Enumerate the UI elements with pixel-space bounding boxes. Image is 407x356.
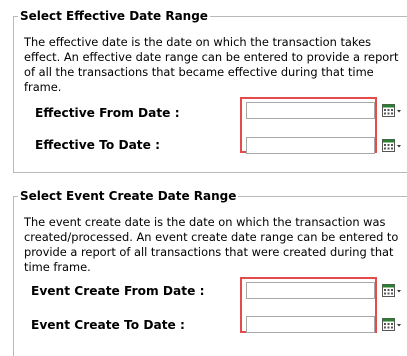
- calendar-dropdown-icon[interactable]: [382, 104, 402, 118]
- section-legend: Select Event Create Date Range: [18, 188, 239, 204]
- event-create-from-input[interactable]: [246, 282, 375, 299]
- effective-date-range-section: Select Effective Date Range The effectiv…: [13, 8, 407, 173]
- event-create-from-label: Event Create From Date :: [31, 284, 205, 298]
- effective-to-input[interactable]: [246, 137, 375, 154]
- event-create-to-label: Event Create To Date :: [31, 318, 185, 332]
- calendar-dropdown-icon[interactable]: [382, 284, 402, 298]
- section-description: The effective date is the date on which …: [24, 35, 399, 94]
- event-create-to-input[interactable]: [246, 316, 375, 333]
- effective-from-label: Effective From Date :: [35, 106, 180, 120]
- section-legend: Select Effective Date Range: [18, 8, 210, 24]
- effective-from-input[interactable]: [246, 102, 375, 119]
- effective-to-label: Effective To Date :: [35, 138, 161, 152]
- event-create-date-range-section: Select Event Create Date Range The event…: [13, 188, 407, 356]
- calendar-dropdown-icon[interactable]: [382, 139, 402, 153]
- section-description: The event create date is the date on whi…: [24, 215, 399, 274]
- calendar-dropdown-icon[interactable]: [382, 318, 402, 332]
